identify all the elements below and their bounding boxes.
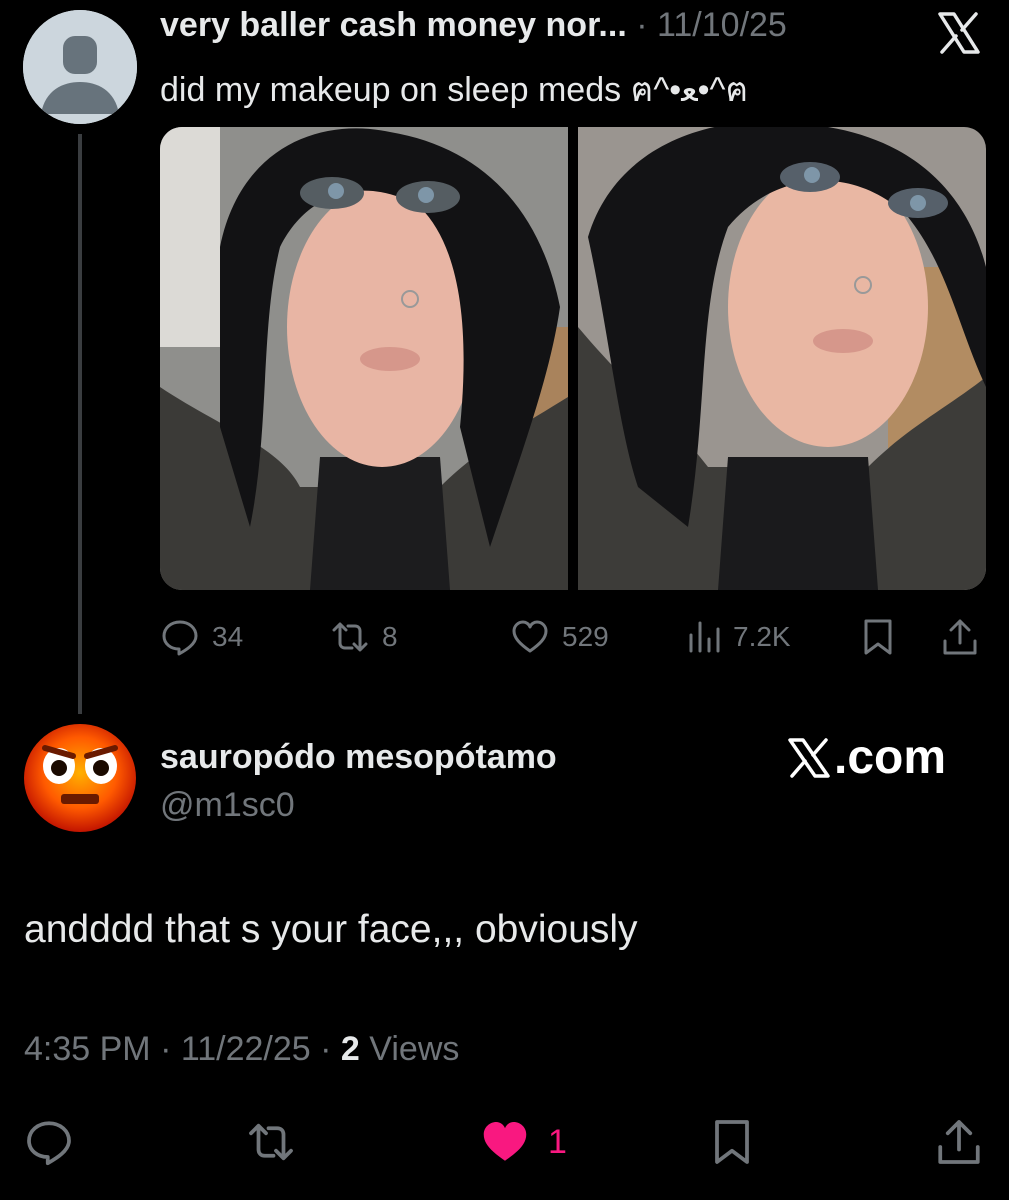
parent-avatar[interactable] (23, 10, 137, 124)
reply-repost-button[interactable] (246, 1112, 296, 1172)
speech-bubble-icon (27, 1121, 71, 1166)
reply-reply-button[interactable] (24, 1112, 74, 1172)
xcom-watermark: .com (786, 730, 946, 785)
heart-icon (483, 1122, 527, 1161)
share-upload-icon (943, 619, 977, 655)
repost-arrows-icon (332, 622, 368, 652)
reply-action-bar: 1 (0, 1112, 1009, 1172)
media-grid[interactable] (160, 127, 986, 590)
views-button[interactable]: 7.2K (685, 612, 791, 662)
reply-count: 34 (212, 621, 244, 652)
parent-author-line: very baller cash money nor... · 11/10/25 (160, 6, 787, 45)
repost-arrows-icon (249, 1123, 293, 1161)
reply-author-handle[interactable]: @m1sc0 (160, 786, 295, 825)
parent-date[interactable]: 11/10/25 (657, 6, 787, 44)
xcom-watermark-text: .com (834, 731, 947, 784)
repost-button[interactable]: 8 (330, 612, 398, 662)
reply-like-button[interactable]: 1 (480, 1112, 567, 1172)
reply-like-count: 1 (548, 1122, 567, 1161)
reply-button[interactable]: 34 (160, 612, 243, 662)
selfie-photo-right (578, 127, 986, 590)
bookmark-icon (715, 1120, 749, 1164)
parent-author-name[interactable]: very baller cash money nor... (160, 6, 627, 44)
default-avatar-icon (23, 10, 137, 124)
meta-separator-1: · (160, 1030, 172, 1068)
bookmark-button[interactable] (858, 612, 898, 662)
reply-date[interactable]: 11/22/25 (181, 1030, 311, 1068)
share-button[interactable] (940, 612, 980, 662)
x-logo-icon[interactable] (934, 8, 984, 58)
shocked-face-avatar-icon (24, 724, 136, 832)
reply-tweet-text: andddd that s your face,,, obviously (24, 908, 638, 951)
selfie-photo-left (160, 127, 568, 590)
reply-share-button[interactable] (934, 1112, 984, 1172)
views-count: 7.2K (733, 621, 791, 652)
thread-connector-line (78, 134, 82, 714)
like-button[interactable]: 529 (510, 612, 609, 662)
reply-time[interactable]: 4:35 PM (24, 1030, 151, 1068)
photo-left[interactable] (160, 127, 568, 590)
parent-action-bar: 34 8 529 7.2K (160, 612, 986, 662)
reply-avatar[interactable] (23, 722, 137, 834)
photo-right[interactable] (578, 127, 986, 590)
share-upload-icon (938, 1120, 980, 1164)
bar-chart-icon (689, 621, 720, 653)
reply-author-name[interactable]: sauropódo mesopótamo (160, 738, 557, 777)
reply-views-label: Views (369, 1030, 460, 1068)
bookmark-icon (864, 619, 892, 655)
reply-bookmark-button[interactable] (707, 1112, 757, 1172)
reply-timestamp-line: 4:35 PM · 11/22/25 · 2 Views (24, 1030, 459, 1069)
like-count: 529 (562, 621, 609, 652)
meta-separator-2: · (320, 1030, 332, 1068)
repost-count: 8 (382, 621, 398, 652)
speech-bubble-icon (162, 620, 198, 656)
parent-separator: · (636, 6, 648, 44)
x-logo-icon (788, 737, 830, 778)
heart-icon (512, 620, 548, 653)
parent-tweet-text: did my makeup on sleep meds ฅ^•ﻌ•^ฅ (160, 71, 749, 109)
reply-views-count: 2 (340, 1030, 360, 1068)
